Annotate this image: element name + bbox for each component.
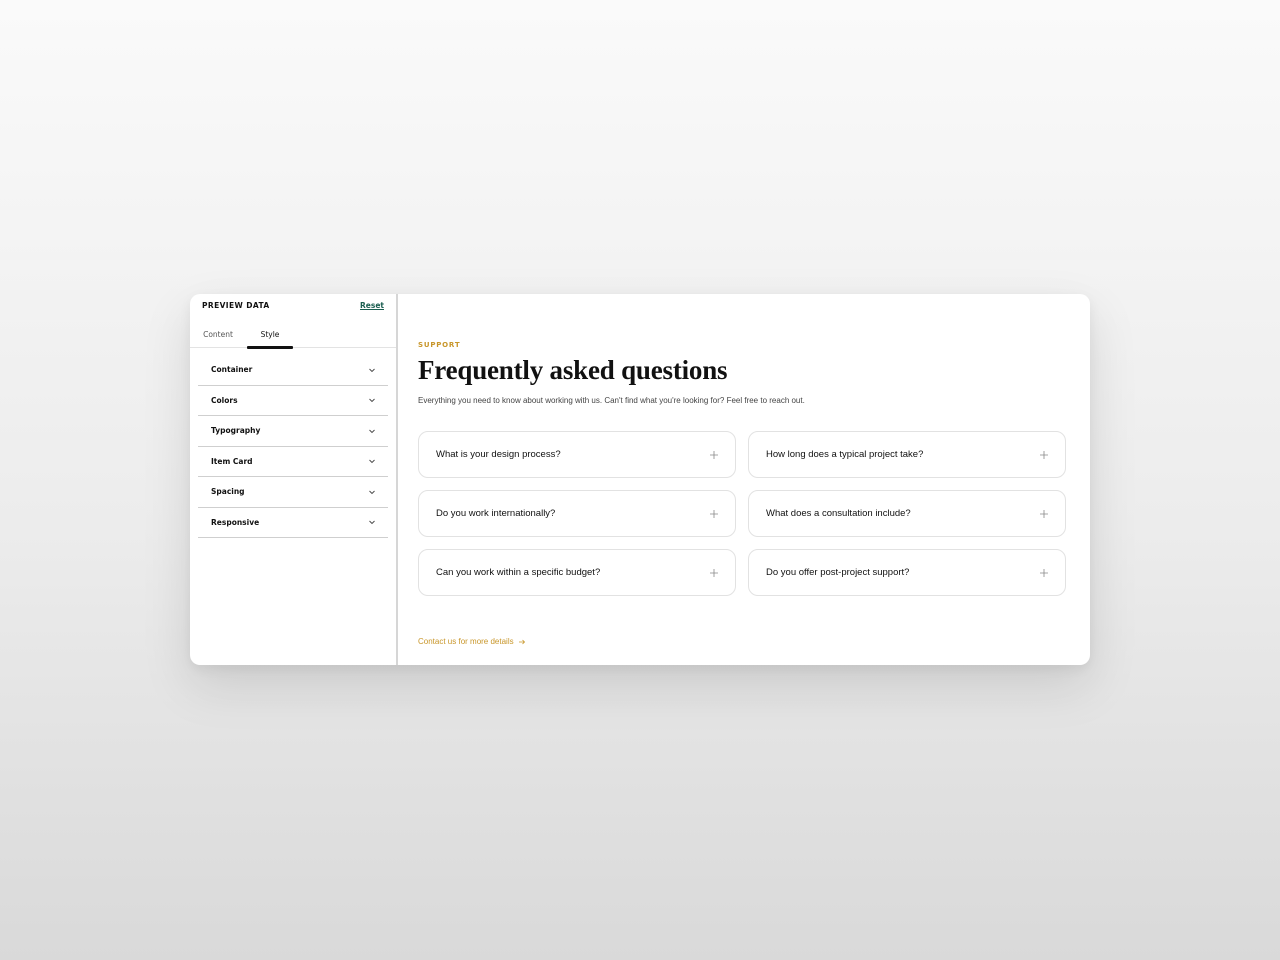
section-typography[interactable]: Typography xyxy=(198,416,388,447)
faq-preview: SUPPORT Frequently asked questions Every… xyxy=(398,294,1090,665)
contact-link-label: Contact us for more details xyxy=(418,637,514,646)
sidebar-tabs: Content Style xyxy=(190,324,396,349)
section-label: Spacing xyxy=(211,487,245,497)
faq-question: Can you work within a specific budget? xyxy=(436,567,601,578)
faq-question: Do you work internationally? xyxy=(436,508,556,519)
faq-item[interactable]: Do you offer post-project support? xyxy=(748,549,1066,596)
section-label: Container xyxy=(211,365,253,375)
app-window: PREVIEW DATA Reset Content Style Contain… xyxy=(190,294,1090,665)
section-container[interactable]: Container xyxy=(198,355,388,386)
preview-data-sidebar: PREVIEW DATA Reset Content Style Contain… xyxy=(190,294,398,665)
section-label: Responsive xyxy=(211,517,260,527)
page-title: Frequently asked questions xyxy=(418,355,728,385)
faq-item[interactable]: How long does a typical project take? xyxy=(748,431,1066,478)
tab-style[interactable]: Style xyxy=(247,324,293,349)
eyebrow-label: SUPPORT xyxy=(418,341,461,349)
faq-item[interactable]: Do you work internationally? xyxy=(418,490,736,537)
chevron-down-icon xyxy=(369,459,375,464)
plus-icon xyxy=(710,450,718,459)
plus-icon xyxy=(1040,509,1048,518)
section-item-card[interactable]: Item Card xyxy=(198,447,388,477)
faq-question: Do you offer post-project support? xyxy=(766,567,910,578)
section-label: Item Card xyxy=(211,456,253,466)
plus-icon xyxy=(710,568,718,577)
style-sections: Container Colors Typography Item Card Sp… xyxy=(198,355,388,538)
plus-icon xyxy=(710,509,718,518)
chevron-down-icon xyxy=(369,398,375,403)
section-label: Typography xyxy=(211,426,261,436)
reset-button[interactable]: Reset xyxy=(360,301,384,310)
section-responsive[interactable]: Responsive xyxy=(198,508,388,538)
chevron-down-icon xyxy=(369,429,375,433)
faq-question: What does a consultation include? xyxy=(766,508,911,519)
faq-grid: What is your design process? How long do… xyxy=(418,431,1066,596)
chevron-down-icon xyxy=(369,368,375,372)
section-spacing[interactable]: Spacing xyxy=(198,477,388,508)
chevron-down-icon xyxy=(369,490,375,494)
faq-item[interactable]: What is your design process? xyxy=(418,431,736,478)
contact-link[interactable]: Contact us for more details xyxy=(418,637,526,646)
plus-icon xyxy=(1040,568,1048,577)
faq-question: How long does a typical project take? xyxy=(766,449,924,460)
section-label: Colors xyxy=(211,395,238,405)
sidebar-header: PREVIEW DATA Reset xyxy=(202,301,384,310)
plus-icon xyxy=(1040,450,1048,459)
faq-item[interactable]: Can you work within a specific budget? xyxy=(418,549,736,596)
section-colors[interactable]: Colors xyxy=(198,386,388,416)
sidebar-title: PREVIEW DATA xyxy=(202,301,270,310)
tab-content[interactable]: Content xyxy=(196,324,240,348)
faq-item[interactable]: What does a consultation include? xyxy=(748,490,1066,537)
faq-question: What is your design process? xyxy=(436,449,561,460)
page-subtitle: Everything you need to know about workin… xyxy=(418,396,805,405)
chevron-down-icon xyxy=(369,520,375,525)
arrow-right-icon xyxy=(518,639,525,644)
